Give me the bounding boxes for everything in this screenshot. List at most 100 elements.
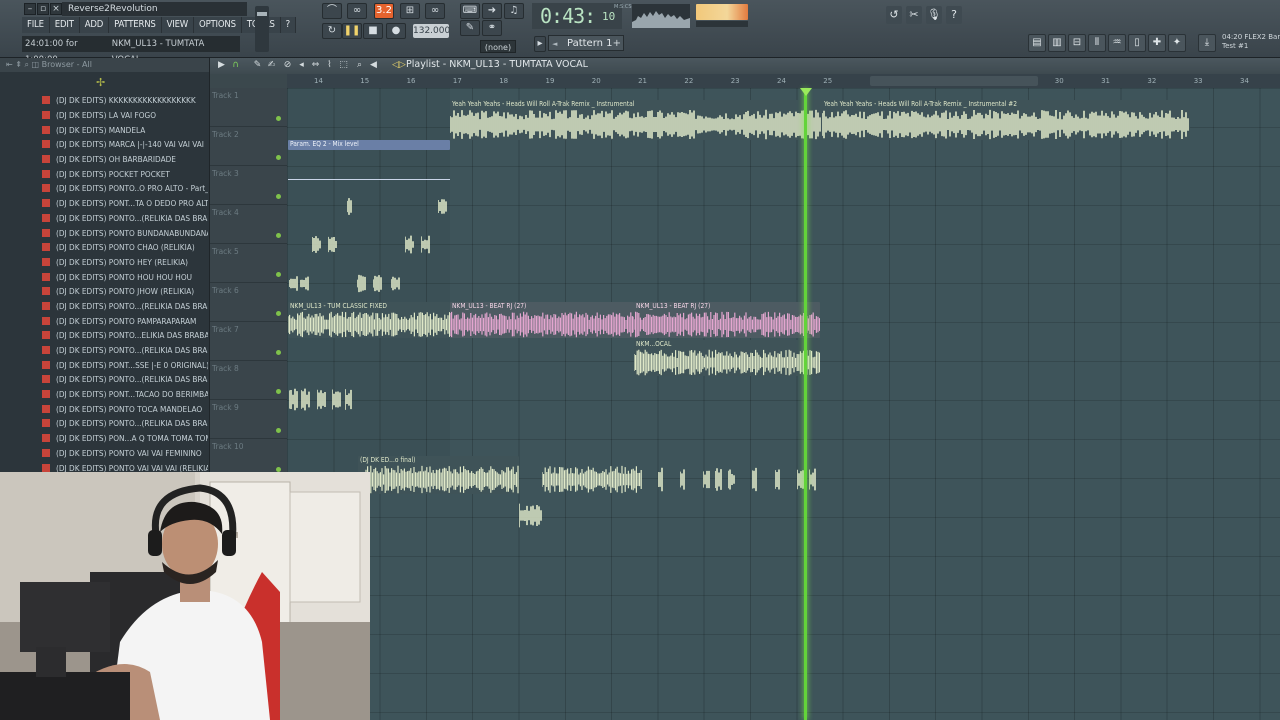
audio-clip-short[interactable] — [345, 378, 353, 412]
track-header[interactable]: Track 4 — [210, 205, 287, 244]
browser-item[interactable]: (DJ DK EDITS) PONTO HEY (RELIKIA) — [42, 255, 208, 270]
tempo-field[interactable]: 132.000 — [413, 24, 450, 38]
step-edit-icon[interactable]: ⊞ — [400, 3, 420, 19]
audio-clip-short[interactable] — [373, 265, 383, 293]
mixer-icon[interactable]: ⫴ — [1088, 34, 1106, 52]
pattern-select[interactable]: Pattern 1 — [548, 35, 624, 52]
browser-item[interactable]: (DJ DK EDITS) PONTO VAI VAI FEMININO — [42, 446, 208, 461]
track-active-indicator[interactable] — [276, 389, 281, 394]
track-active-indicator[interactable] — [276, 311, 281, 316]
automation-clip[interactable]: Param. EQ 2 - Mix level — [288, 140, 450, 150]
track-active-indicator[interactable] — [276, 116, 281, 121]
track-header[interactable]: Track 2 — [210, 127, 287, 166]
record-icon[interactable]: ● — [386, 23, 406, 39]
track-header[interactable]: Track 3 — [210, 166, 287, 205]
track-active-indicator[interactable] — [276, 194, 281, 199]
browser-item[interactable]: (DJ DK EDITS) KKKKKKKKKKKKKKKKKK — [42, 93, 208, 108]
playhead-marker-icon[interactable] — [800, 88, 812, 96]
browser-item[interactable]: (DJ DK EDITS) PONT...TACAO DO BERIMBAU — [42, 387, 208, 402]
track-active-indicator[interactable] — [276, 350, 281, 355]
audio-clip-short[interactable] — [317, 378, 327, 412]
track-header[interactable]: Track 6 — [210, 283, 287, 322]
browser-item[interactable]: (DJ DK EDITS) PON...A Q TOMA TOMA TOMA — [42, 431, 208, 446]
browser-item[interactable]: (DJ DK EDITS) PONTO JHOW (RELIKIA) — [42, 284, 208, 299]
audio-clip-beat-rj[interactable]: NKM_UL13 - BEAT RJ (27) — [450, 302, 634, 338]
menu-add[interactable]: ADD — [79, 17, 110, 33]
audio-clip-short[interactable] — [347, 188, 353, 216]
close-icon[interactable]: × — [50, 3, 62, 15]
audio-clip-short[interactable] — [715, 458, 723, 492]
audio-clip-short[interactable] — [300, 265, 310, 293]
pattern-prev-icon[interactable]: ▸ — [534, 36, 546, 52]
playlist-menu-arrow-icon[interactable]: ▶ — [216, 60, 227, 71]
audio-clip-short[interactable] — [421, 226, 431, 254]
menu-file[interactable]: FILE — [22, 17, 50, 33]
track-active-indicator[interactable] — [276, 233, 281, 238]
audio-clip-short[interactable] — [289, 378, 299, 412]
audio-clip-short[interactable] — [752, 458, 758, 492]
audio-clip-short[interactable] — [658, 458, 664, 492]
select-tool-icon[interactable]: ⬚ — [338, 60, 349, 71]
audio-clip-instrumental[interactable]: Yeah Yeah Yeahs - Heads Will Roll A-Trak… — [450, 100, 822, 140]
plugin-picker-icon[interactable]: ♒ — [1108, 34, 1126, 52]
audio-clip-short[interactable] — [405, 226, 415, 254]
minimize-icon[interactable]: – — [24, 3, 36, 15]
playback-tool-icon[interactable]: ◀ — [368, 60, 379, 71]
menu-edit[interactable]: EDIT — [49, 17, 80, 33]
browser-item[interactable]: (DJ DK EDITS) PONTO...ELIKIA DAS BRABA 2… — [42, 328, 208, 343]
browser-item[interactable]: (DJ DK EDITS) MARCA |-|-140 VAI VAI VAI — [42, 137, 208, 152]
track-header[interactable]: Track 9 — [210, 400, 287, 439]
browser-add-icon[interactable]: ✢ — [96, 76, 105, 89]
audio-clip-short[interactable] — [289, 265, 299, 293]
track-active-indicator[interactable] — [276, 428, 281, 433]
slice-tool-icon[interactable]: ⌇ — [324, 60, 335, 71]
metronome-icon[interactable]: ⌒ — [322, 3, 342, 19]
timeline-ruler[interactable]: 1415161718192021222324252627282930313233… — [287, 74, 1280, 88]
tools-icon[interactable]: ✦ — [1168, 34, 1186, 52]
stop-icon[interactable]: ■ — [363, 23, 383, 39]
audio-clip-short[interactable] — [775, 458, 781, 492]
song-mode-button[interactable]: 3.2 — [374, 3, 394, 19]
audio-clip-beat-rj-2[interactable]: NKM_UL13 - BEAT RJ (27) — [634, 302, 820, 338]
snap-select[interactable]: (none) — [480, 40, 516, 53]
audio-clip-dj-dk-repeat[interactable] — [542, 456, 642, 494]
browser-item[interactable]: (DJ DK EDITS) MANDELA — [42, 122, 208, 137]
paint-tool-icon[interactable]: ✍ — [266, 60, 277, 71]
delete-tool-icon[interactable]: ⊘ — [282, 60, 293, 71]
pause-icon[interactable]: ❚❚ — [342, 23, 362, 39]
countdown-icon[interactable]: ♫ — [504, 3, 524, 19]
track-active-indicator[interactable] — [276, 155, 281, 160]
browser-icon[interactable]: ▯ — [1128, 34, 1146, 52]
undo-icon[interactable]: ↺ — [886, 6, 902, 24]
snap-magnet-icon[interactable]: ∩ — [230, 60, 241, 71]
browser-item[interactable]: (DJ DK EDITS) PONTO..O PRO ALTO - Part_1 — [42, 181, 208, 196]
wait-input-icon[interactable]: ∞ — [425, 3, 445, 19]
menu-view[interactable]: VIEW — [161, 17, 195, 33]
browser-item[interactable]: (DJ DK EDITS) PONT...SSE |-E 0 ORIGINAL) — [42, 357, 208, 372]
browser-item[interactable]: (DJ DK EDITS) PONTO...(RELIKIA DAS BRABA… — [42, 211, 208, 226]
link-icon[interactable]: ⚭ — [482, 20, 502, 36]
menu-help[interactable]: ? — [280, 17, 297, 33]
help-icon[interactable]: ? — [946, 6, 962, 24]
playhead[interactable] — [804, 88, 807, 720]
track-header[interactable]: Track 5 — [210, 244, 287, 283]
browser-item[interactable]: (DJ DK EDITS) PONTO TOCA MANDELAO — [42, 401, 208, 416]
playlist-arrows-icon[interactable]: ◁▷ — [392, 60, 406, 71]
piano-roll-icon[interactable]: ⊟ — [1068, 34, 1086, 52]
mute-tool-icon[interactable]: ◂ — [296, 60, 307, 71]
track-header[interactable]: Track 1 — [210, 88, 287, 127]
menu-options[interactable]: OPTIONS — [194, 17, 242, 33]
zoom-tool-icon[interactable]: ⌕ — [354, 60, 365, 71]
draw-tool-icon[interactable]: ✎ — [252, 60, 263, 71]
audio-clip-short[interactable] — [328, 226, 338, 254]
browser-item[interactable]: (DJ DK EDITS) PONTO HOU HOU HOU — [42, 269, 208, 284]
browser-item[interactable]: (DJ DK EDITS) PONTO...(RELIKIA DAS BRABA… — [42, 372, 208, 387]
audio-clip-short[interactable] — [680, 458, 686, 492]
loop-record-icon[interactable]: ∞ — [347, 3, 367, 19]
playback-arrow-icon[interactable]: ➜ — [482, 3, 502, 19]
download-icon[interactable]: ⤓ — [1198, 34, 1216, 52]
audio-clip-short[interactable] — [519, 494, 543, 528]
audio-clip-tum-classic[interactable]: NKM_UL13 - TUM CLASSIC FIXED — [288, 302, 450, 338]
browser-item[interactable]: (DJ DK EDITS) PONT...TA O DEDO PRO ALTO — [42, 196, 208, 211]
track-header[interactable]: Track 7 — [210, 322, 287, 361]
